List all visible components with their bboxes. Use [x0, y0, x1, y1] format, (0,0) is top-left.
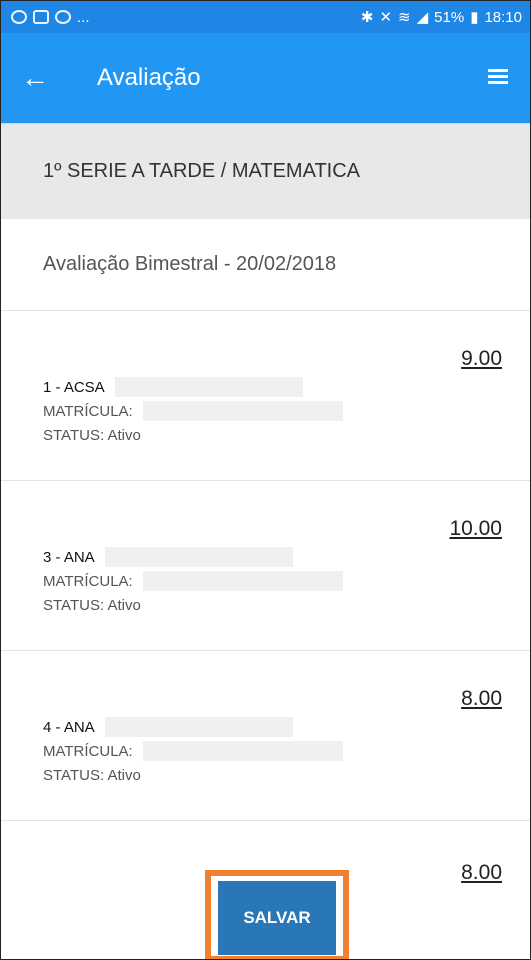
grade-value[interactable]: 10.00 — [449, 517, 502, 541]
redacted-matricula — [142, 741, 343, 761]
redacted-matricula — [142, 401, 343, 421]
whatsapp-icon — [11, 10, 27, 24]
status-ellipsis: ... — [77, 8, 90, 26]
student-row: 9.00 1 - ACSA MATRÍCULA: STATUS: Ativo — [1, 311, 530, 481]
student-matricula: MATRÍCULA: — [43, 571, 343, 591]
status-bar-right: ✱ ✕ ≋ ◢ 51% ▮ 18:10 — [360, 8, 522, 27]
status-bar-left: ... — [11, 9, 90, 26]
app-bar: ← Avaliação — [1, 33, 530, 123]
grade-value[interactable]: 9.00 — [461, 347, 502, 371]
status-bar: ... ✱ ✕ ≋ ◢ 51% ▮ 18:10 — [1, 1, 530, 33]
clock: 18:10 — [484, 8, 522, 26]
student-name-label: 1 - ACSA — [43, 378, 105, 396]
student-name-label: 4 - ANA — [43, 718, 95, 736]
list-icon[interactable] — [488, 69, 508, 87]
bluetooth-icon: ✱ — [360, 9, 374, 26]
student-matricula: MATRÍCULA: — [43, 741, 343, 761]
save-button[interactable]: SALVAR — [218, 881, 336, 955]
wifi-icon: ≋ — [398, 9, 411, 26]
matricula-label: MATRÍCULA: — [43, 572, 133, 590]
student-name: 3 - ANA — [43, 547, 293, 567]
grade-value[interactable]: 8.00 — [461, 687, 502, 711]
redacted-name — [104, 547, 293, 567]
class-header: 1º SERIE A TARDE / MATEMATICA — [1, 123, 530, 219]
student-status: STATUS: Ativo — [43, 597, 141, 614]
student-name: 1 - ACSA — [43, 377, 303, 397]
exam-title: Avaliação Bimestral - 20/02/2018 — [1, 219, 530, 311]
student-matricula: MATRÍCULA: — [43, 401, 343, 421]
matricula-label: MATRÍCULA: — [43, 742, 133, 760]
redacted-name — [104, 717, 293, 737]
arrow-left-icon[interactable]: ← — [21, 62, 61, 94]
page-title: Avaliação — [97, 64, 201, 91]
redacted-matricula — [142, 571, 343, 591]
redacted-name — [114, 377, 303, 397]
battery-icon: ▮ — [470, 9, 479, 26]
student-row: 10.00 3 - ANA MATRÍCULA: STATUS: Ativo — [1, 481, 530, 651]
mute-icon: ✕ — [379, 9, 393, 26]
messenger-icon — [55, 10, 71, 24]
phone-screen: ... ✱ ✕ ≋ ◢ 51% ▮ 18:10 ← Avaliação 1º S… — [0, 0, 531, 960]
student-name-label: 3 - ANA — [43, 548, 95, 566]
signal-icon: ◢ — [416, 9, 429, 26]
matricula-label: MATRÍCULA: — [43, 402, 133, 420]
battery-percent: 51% — [434, 8, 465, 26]
student-status: STATUS: Ativo — [43, 767, 141, 784]
student-row: 8.00 4 - ANA MATRÍCULA: STATUS: Ativo — [1, 651, 530, 821]
student-name: 4 - ANA — [43, 717, 293, 737]
student-status: STATUS: Ativo — [43, 427, 141, 444]
grade-value[interactable]: 8.00 — [461, 861, 502, 885]
gallery-icon — [33, 10, 49, 24]
